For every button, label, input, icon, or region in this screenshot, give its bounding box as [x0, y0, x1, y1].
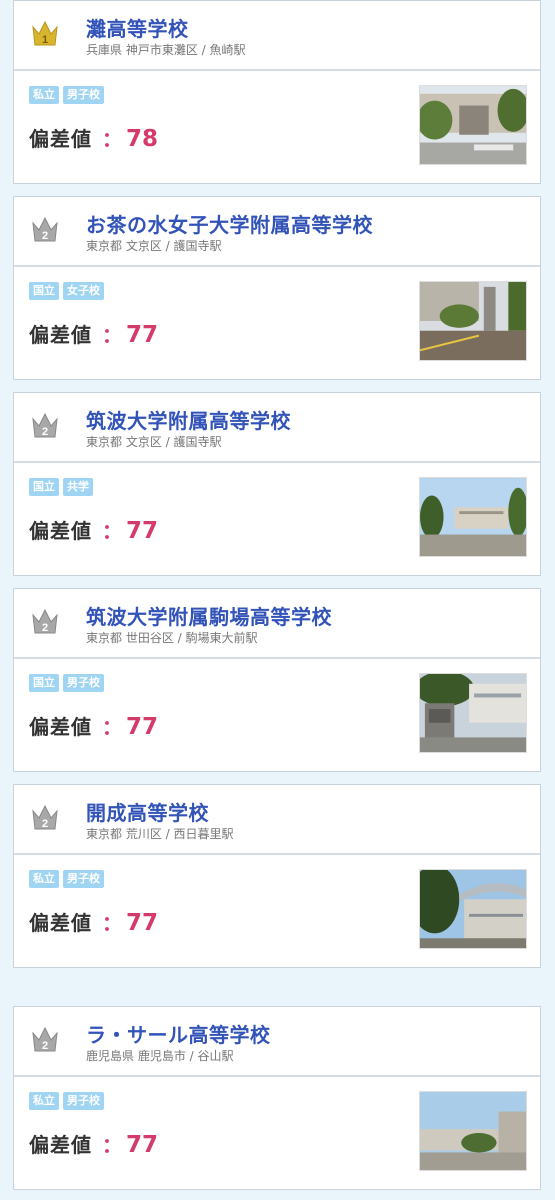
score-colon: ：	[102, 715, 122, 739]
type-tag: 国立	[29, 282, 59, 300]
score-value: 77	[126, 1132, 159, 1158]
tag-list: 国立 女子校	[29, 282, 104, 300]
gender-tag: 女子校	[63, 282, 104, 300]
school-address: 兵庫県 神戸市東灘区 / 魚崎駅	[86, 43, 246, 57]
type-tag: 私立	[29, 86, 59, 104]
score-colon: ：	[102, 127, 122, 151]
card-body: 国立 女子校 偏差値 ： 77	[14, 267, 540, 379]
rank-number: 1	[42, 34, 48, 46]
card-header: 2 開成高等学校 東京都 荒川区 / 西日暮里駅	[14, 785, 540, 855]
school-name-link[interactable]: 筑波大学附属駒場高等学校	[86, 601, 332, 630]
score-colon: ：	[102, 323, 122, 347]
score-row: 偏差値 ： 77	[29, 711, 158, 740]
school-address: 東京都 文京区 / 護国寺駅	[86, 435, 222, 449]
crown-rank-icon: 2	[31, 1024, 59, 1054]
type-tag: 私立	[29, 870, 59, 888]
school-address: 東京都 荒川区 / 西日暮里駅	[86, 827, 234, 841]
score-value: 78	[126, 126, 159, 152]
card-body: 私立 男子校 偏差値 ： 77	[14, 1077, 540, 1189]
score-row: 偏差値 ： 78	[29, 123, 158, 152]
tag-list: 国立 共学	[29, 478, 93, 496]
card-header: 2 お茶の水女子大学附属高等学校 東京都 文京区 / 護国寺駅	[14, 197, 540, 267]
score-value: 77	[126, 714, 159, 740]
gender-tag: 男子校	[63, 674, 104, 692]
school-photo[interactable]	[419, 281, 527, 361]
card-header: 2 筑波大学附属高等学校 東京都 文京区 / 護国寺駅	[14, 393, 540, 463]
crown-rank-icon: 2	[31, 606, 59, 636]
card-body: 私立 男子校 偏差値 ： 78	[14, 71, 540, 183]
school-address: 東京都 世田谷区 / 駒場東大前駅	[86, 631, 258, 645]
score-value: 77	[126, 910, 159, 936]
card-body: 国立 共学 偏差値 ： 77	[14, 463, 540, 575]
score-label: 偏差値	[29, 519, 92, 543]
page: { "score_label": "偏差値", "score_colon": "…	[0, 0, 555, 1200]
rank-number: 2	[42, 1040, 48, 1052]
score-colon: ：	[102, 911, 122, 935]
gender-tag: 男子校	[63, 1092, 104, 1110]
school-address: 鹿児島県 鹿児島市 / 谷山駅	[86, 1049, 234, 1063]
type-tag: 国立	[29, 478, 59, 496]
score-label: 偏差値	[29, 911, 92, 935]
school-card[interactable]: 2 開成高等学校 東京都 荒川区 / 西日暮里駅 私立 男子校 偏差値 ： 77	[13, 784, 541, 968]
score-row: 偏差値 ： 77	[29, 515, 158, 544]
school-card[interactable]: 2 筑波大学附属高等学校 東京都 文京区 / 護国寺駅 国立 共学 偏差値 ： …	[13, 392, 541, 576]
card-header: 2 ラ・サール高等学校 鹿児島県 鹿児島市 / 谷山駅	[14, 1007, 540, 1077]
school-name-link[interactable]: 灘高等学校	[86, 13, 189, 42]
school-name-link[interactable]: ラ・サール高等学校	[86, 1019, 271, 1048]
gender-tag: 男子校	[63, 86, 104, 104]
school-name-link[interactable]: 開成高等学校	[86, 797, 209, 826]
school-card[interactable]: 1 灘高等学校 兵庫県 神戸市東灘区 / 魚崎駅 私立 男子校 偏差値 ： 78	[13, 0, 541, 184]
score-row: 偏差値 ： 77	[29, 907, 158, 936]
tag-list: 私立 男子校	[29, 870, 104, 888]
type-tag: 国立	[29, 674, 59, 692]
type-tag: 私立	[29, 1092, 59, 1110]
score-label: 偏差値	[29, 127, 92, 151]
school-photo[interactable]	[419, 477, 527, 557]
score-label: 偏差値	[29, 1133, 92, 1157]
card-body: 私立 男子校 偏差値 ： 77	[14, 855, 540, 967]
gender-tag: 男子校	[63, 870, 104, 888]
card-header: 1 灘高等学校 兵庫県 神戸市東灘区 / 魚崎駅	[14, 1, 540, 71]
school-address: 東京都 文京区 / 護国寺駅	[86, 239, 222, 253]
crown-rank-icon: 2	[31, 410, 59, 440]
school-photo[interactable]	[419, 869, 527, 949]
rank-number: 2	[42, 622, 48, 634]
school-name-link[interactable]: お茶の水女子大学附属高等学校	[86, 209, 373, 238]
crown-rank-icon: 2	[31, 802, 59, 832]
rank-number: 2	[42, 230, 48, 242]
card-header: 2 筑波大学附属駒場高等学校 東京都 世田谷区 / 駒場東大前駅	[14, 589, 540, 659]
school-card[interactable]: 2 ラ・サール高等学校 鹿児島県 鹿児島市 / 谷山駅 私立 男子校 偏差値 ：…	[13, 1006, 541, 1190]
score-value: 77	[126, 518, 159, 544]
score-value: 77	[126, 322, 159, 348]
school-name-link[interactable]: 筑波大学附属高等学校	[86, 405, 291, 434]
tag-list: 国立 男子校	[29, 674, 104, 692]
card-body: 国立 男子校 偏差値 ： 77	[14, 659, 540, 771]
gender-tag: 共学	[63, 478, 93, 496]
score-row: 偏差値 ： 77	[29, 319, 158, 348]
school-card[interactable]: 2 筑波大学附属駒場高等学校 東京都 世田谷区 / 駒場東大前駅 国立 男子校 …	[13, 588, 541, 772]
crown-rank-icon: 2	[31, 214, 59, 244]
score-colon: ：	[102, 519, 122, 543]
rank-number: 2	[42, 818, 48, 830]
school-photo[interactable]	[419, 1091, 527, 1171]
score-label: 偏差値	[29, 715, 92, 739]
score-row: 偏差値 ： 77	[29, 1129, 158, 1158]
rank-number: 2	[42, 426, 48, 438]
school-photo[interactable]	[419, 673, 527, 753]
score-label: 偏差値	[29, 323, 92, 347]
tag-list: 私立 男子校	[29, 86, 104, 104]
score-colon: ：	[102, 1133, 122, 1157]
crown-rank-icon: 1	[31, 18, 59, 48]
school-photo[interactable]	[419, 85, 527, 165]
tag-list: 私立 男子校	[29, 1092, 104, 1110]
school-card[interactable]: 2 お茶の水女子大学附属高等学校 東京都 文京区 / 護国寺駅 国立 女子校 偏…	[13, 196, 541, 380]
